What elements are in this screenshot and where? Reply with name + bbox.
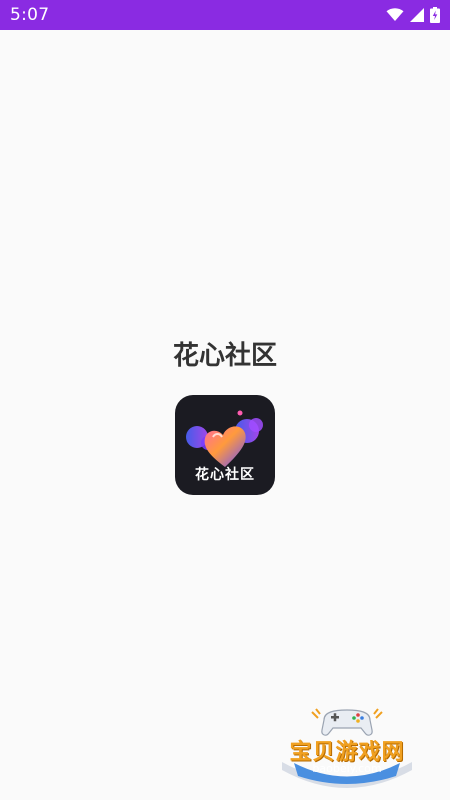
- watermark-url: baobeiy.com: [312, 762, 382, 775]
- status-time: 5:07: [10, 5, 50, 25]
- battery-charging-icon: [430, 7, 440, 23]
- watermark: 宝贝游戏网 baobeiy.com: [272, 700, 422, 790]
- app-title: 花心社区: [172, 341, 277, 371]
- wifi-icon: [386, 8, 404, 22]
- app-icon-label: 花心社区: [195, 467, 255, 483]
- gamepad-icon: [321, 709, 373, 736]
- status-icons: [386, 7, 440, 23]
- signal-icon: [410, 8, 424, 22]
- status-bar: 5:07: [0, 0, 450, 30]
- app-logo-icon: 花心社区: [175, 395, 275, 495]
